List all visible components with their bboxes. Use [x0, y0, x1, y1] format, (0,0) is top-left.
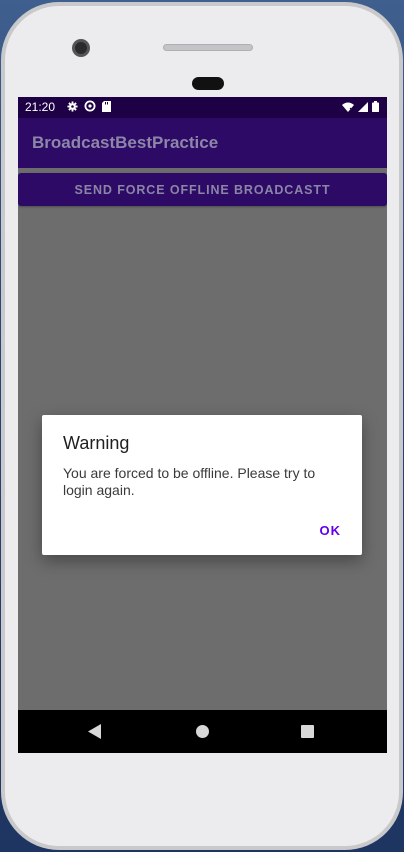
- sync-icon: [84, 100, 96, 115]
- home-icon[interactable]: [196, 725, 209, 738]
- earpiece-speaker: [163, 44, 253, 51]
- signal-icon: [358, 101, 368, 115]
- status-system-icons: [342, 101, 379, 115]
- front-camera: [72, 39, 90, 57]
- proximity-sensor: [192, 77, 224, 90]
- gear-icon: [67, 100, 78, 115]
- dialog-title: Warning: [63, 433, 130, 453]
- main-content: SEND FORCE OFFLINE BROADCASTT Warning Yo…: [18, 168, 387, 710]
- recents-icon[interactable]: [301, 725, 314, 738]
- sd-card-icon: [102, 100, 111, 115]
- warning-dialog: Warning You are forced to be offline. Pl…: [42, 415, 362, 555]
- send-force-offline-button[interactable]: SEND FORCE OFFLINE BROADCASTT: [18, 173, 387, 206]
- device-screen: 21:20 BroadcastBestPractice SEND FORCE O…: [18, 97, 387, 753]
- battery-icon: [372, 101, 379, 115]
- navigation-bar: [18, 710, 387, 753]
- status-time: 21:20: [25, 100, 56, 114]
- status-bar: 21:20: [18, 97, 387, 118]
- wifi-icon: [342, 101, 354, 115]
- status-notification-icons: [67, 100, 111, 115]
- app-bar: BroadcastBestPractice: [18, 118, 387, 168]
- back-icon[interactable]: [88, 724, 102, 743]
- ok-button[interactable]: OK: [320, 523, 342, 538]
- app-title: BroadcastBestPractice: [32, 133, 219, 152]
- dialog-message: You are forced to be offline. Please try…: [63, 465, 316, 498]
